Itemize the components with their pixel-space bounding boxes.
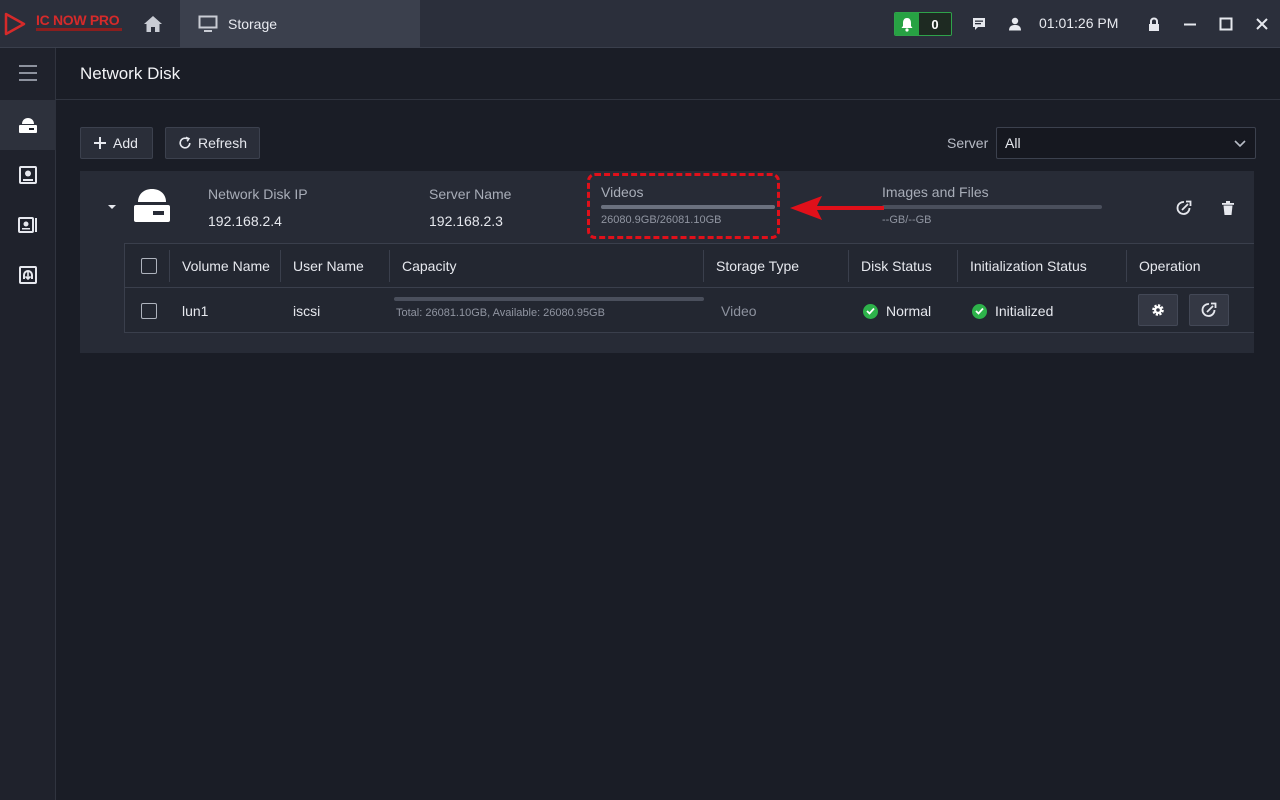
header-volume-name[interactable]: Volume Name xyxy=(182,258,270,274)
cell-user-name: iscsi xyxy=(293,303,321,319)
table-header: Volume Name User Name Capacity Storage T… xyxy=(125,244,1254,288)
backup-icon xyxy=(19,266,37,284)
column-divider xyxy=(1126,250,1127,282)
sidebar xyxy=(0,48,56,800)
images-label: Images and Files xyxy=(882,184,989,200)
refresh-button-label: Refresh xyxy=(197,135,247,151)
initialize-icon xyxy=(1201,302,1217,317)
server-name-label: Server Name xyxy=(429,186,512,202)
expand-caret-icon[interactable] xyxy=(107,203,117,211)
server-label: Server xyxy=(947,135,989,151)
refresh-icon xyxy=(179,136,191,149)
network-disk-large-icon xyxy=(134,189,170,222)
refresh-button[interactable]: Refresh xyxy=(165,127,260,159)
column-divider xyxy=(389,250,390,282)
close-icon[interactable] xyxy=(1252,14,1272,34)
column-divider xyxy=(280,250,281,282)
menu-icon xyxy=(19,65,37,81)
row-checkbox[interactable] xyxy=(141,303,157,319)
recorder-icon xyxy=(18,217,37,233)
init-status-text: Initialized xyxy=(995,303,1054,319)
maximize-icon[interactable] xyxy=(1216,14,1236,34)
settings-button[interactable] xyxy=(1138,294,1178,326)
sidebar-item-backup[interactable] xyxy=(0,250,56,300)
header-user-name[interactable]: User Name xyxy=(293,258,364,274)
user-icon[interactable] xyxy=(1005,14,1025,34)
disk-ip-value: 192.168.2.4 xyxy=(208,213,282,229)
sidebar-item-recording[interactable] xyxy=(0,200,56,250)
home-icon xyxy=(144,16,162,32)
header-operation: Operation xyxy=(1139,258,1201,274)
header-capacity[interactable]: Capacity xyxy=(402,258,456,274)
clock: 01:01:26 PM xyxy=(1039,15,1119,31)
title-bar: IC NOW PRO Storage 0 01:01:26 PM xyxy=(0,0,1280,48)
column-divider xyxy=(957,250,958,282)
server-select-value: All xyxy=(1005,135,1021,151)
column-divider xyxy=(169,250,170,282)
select-all-checkbox[interactable] xyxy=(141,258,157,274)
header-disk-status[interactable]: Disk Status xyxy=(861,258,932,274)
tab-storage-label: Storage xyxy=(228,16,278,32)
bell-icon xyxy=(895,13,919,35)
sidebar-item-network-disk[interactable] xyxy=(0,100,56,150)
cell-volume-name: lun1 xyxy=(182,303,209,319)
disk-icon xyxy=(19,166,37,184)
delete-icon[interactable] xyxy=(1218,198,1238,218)
message-icon[interactable] xyxy=(969,14,989,34)
logo-play-icon xyxy=(4,12,26,36)
annotation-highlight-box xyxy=(587,173,780,239)
check-circle-icon xyxy=(972,303,987,319)
cell-disk-status: Normal xyxy=(863,303,931,319)
add-button-label: Add xyxy=(113,135,138,151)
gear-icon xyxy=(1152,304,1164,316)
check-circle-icon xyxy=(863,303,878,319)
notification-button[interactable]: 0 xyxy=(894,12,952,36)
column-divider xyxy=(848,250,849,282)
volume-table: Volume Name User Name Capacity Storage T… xyxy=(124,243,1254,333)
page-title: Network Disk xyxy=(80,64,181,83)
header-initialization-status[interactable]: Initialization Status xyxy=(970,258,1087,274)
cell-storage-type: Video xyxy=(721,303,757,319)
logo-tagline xyxy=(36,28,122,31)
cell-capacity-text: Total: 26081.10GB, Available: 26080.95GB xyxy=(396,307,605,319)
network-disk-icon xyxy=(19,118,37,133)
plus-icon xyxy=(94,137,106,149)
server-select[interactable]: All xyxy=(996,127,1256,159)
header-storage-type[interactable]: Storage Type xyxy=(716,258,799,274)
tab-storage[interactable]: Storage xyxy=(180,0,420,48)
annotation-arrow xyxy=(790,196,884,220)
minimize-icon[interactable] xyxy=(1180,14,1200,34)
disk-ip-label: Network Disk IP xyxy=(208,186,308,202)
initialize-disk-icon[interactable] xyxy=(1174,198,1194,218)
server-name-value: 192.168.2.3 xyxy=(429,213,503,229)
disk-status-text: Normal xyxy=(886,303,932,319)
images-usage-text: --GB/--GB xyxy=(882,214,932,226)
monitor-icon xyxy=(198,15,218,32)
sidebar-item-local-disk[interactable] xyxy=(0,150,56,200)
lock-icon[interactable] xyxy=(1144,14,1164,34)
logo-text: IC NOW PRO xyxy=(36,12,120,28)
page-header: Network Disk xyxy=(56,48,1280,100)
notification-count: 0 xyxy=(919,13,951,35)
capacity-bar xyxy=(394,297,704,301)
home-button[interactable] xyxy=(126,0,180,48)
menu-toggle[interactable] xyxy=(0,48,56,98)
app-logo: IC NOW PRO xyxy=(0,0,126,48)
add-button[interactable]: Add xyxy=(80,127,153,159)
chevron-down-icon xyxy=(1234,140,1246,148)
initialize-button[interactable] xyxy=(1189,294,1229,326)
cell-init-status: Initialized xyxy=(972,303,1053,319)
column-divider xyxy=(703,250,704,282)
images-usage-bar xyxy=(882,205,1102,209)
